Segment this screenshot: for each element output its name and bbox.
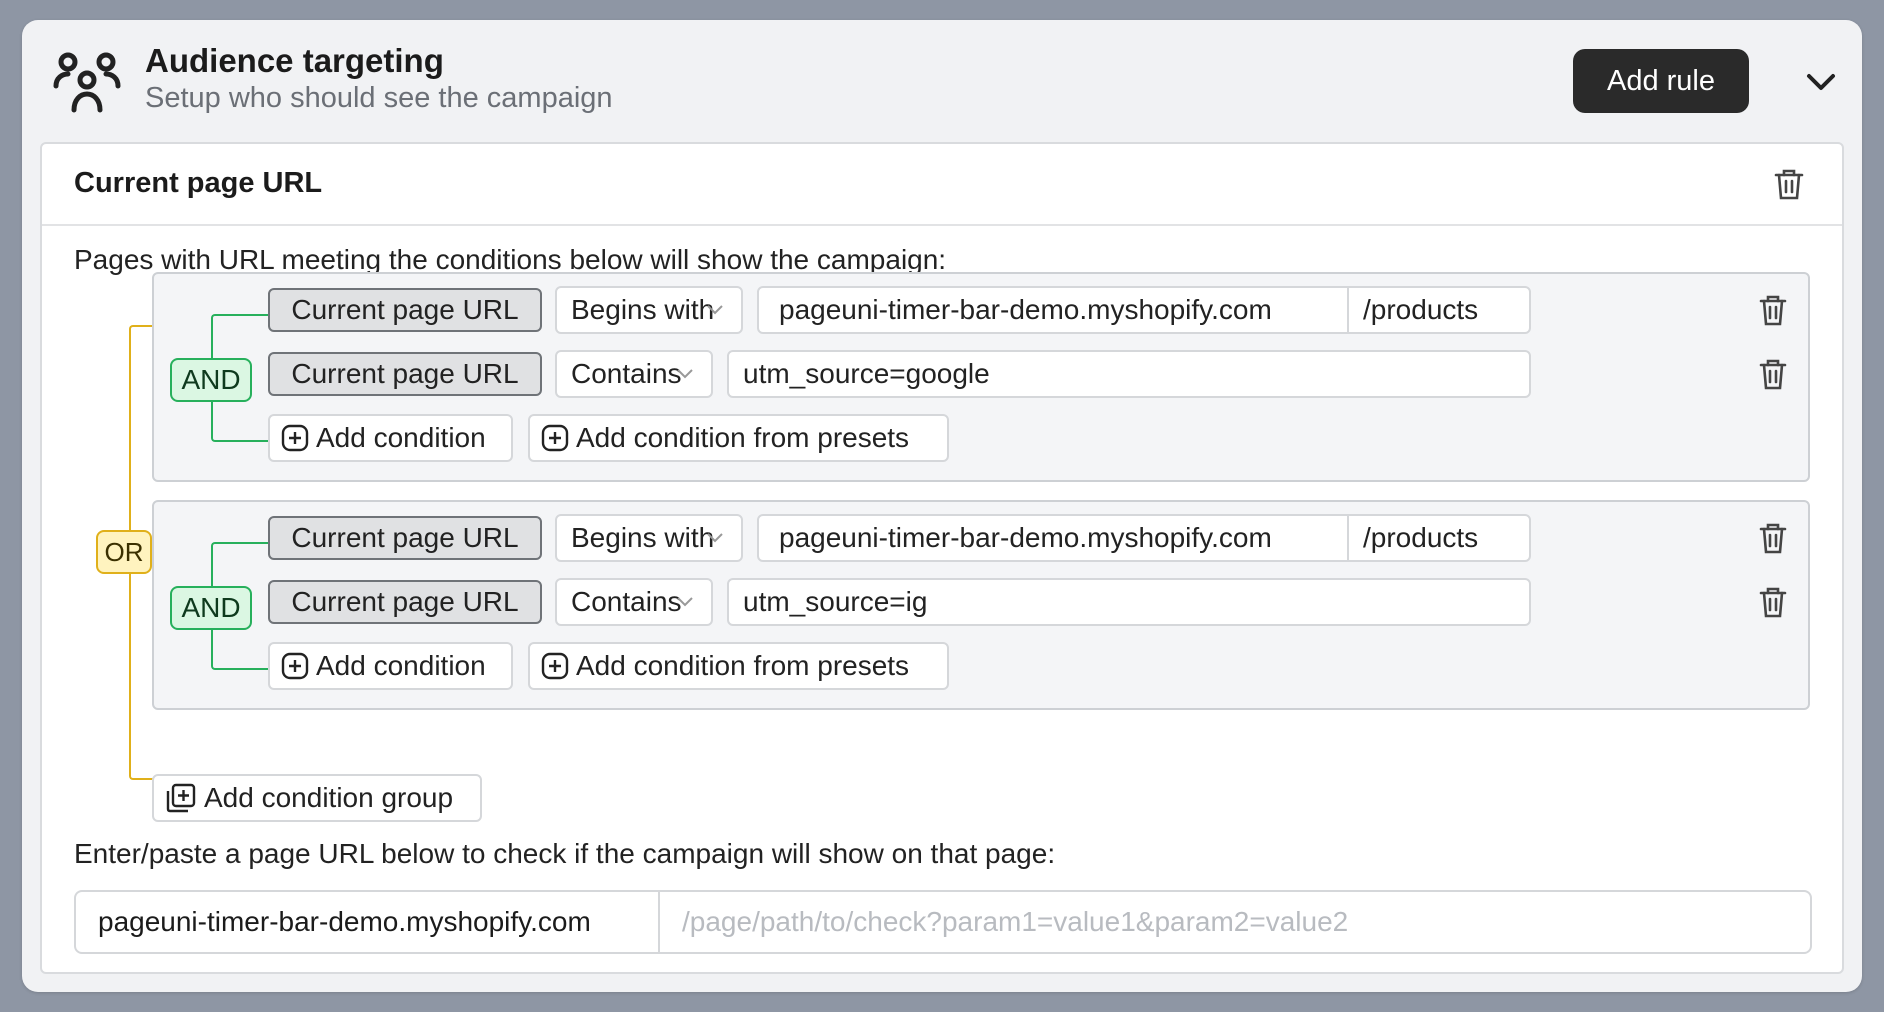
rule-panel: Current page URL Pages with URL meeting … <box>40 142 1844 974</box>
url-check-domain: pageuni-timer-bar-demo.myshopify.com <box>76 892 660 952</box>
audience-targeting-card: Audience targeting Setup who should see … <box>22 20 1862 992</box>
condition-group: AND Current page URL Begins with pageuni… <box>152 500 1810 710</box>
condition-field-chip: Current page URL <box>268 288 542 332</box>
add-condition-label: Add condition <box>316 650 486 681</box>
operator-value: Begins with <box>571 294 715 325</box>
plus-square-icon <box>541 652 569 680</box>
plus-square-icon <box>281 424 309 452</box>
chevron-down-icon <box>707 305 723 315</box>
url-domain: pageuni-timer-bar-demo.myshopify.com <box>759 288 1349 332</box>
add-condition-button[interactable]: Add condition <box>268 414 513 462</box>
condition-field-chip: Current page URL <box>268 580 542 624</box>
and-badge: AND <box>170 586 252 630</box>
url-value-field[interactable]: pageuni-timer-bar-demo.myshopify.com /pr… <box>757 286 1531 334</box>
chevron-down-icon <box>677 597 693 607</box>
add-preset-label: Add condition from presets <box>576 650 910 681</box>
condition-group: AND Current page URL Begins with pageuni… <box>152 272 1810 482</box>
chevron-down-icon <box>677 369 693 379</box>
url-path-input[interactable]: /products <box>1349 294 1478 326</box>
rule-title: Current page URL <box>74 167 323 199</box>
operator-select[interactable]: Begins with <box>555 514 743 562</box>
trash-icon[interactable] <box>1771 166 1807 202</box>
add-condition-from-presets-button[interactable]: Add condition from presets <box>528 642 949 690</box>
add-condition-label: Add condition <box>316 422 486 453</box>
condition-field-chip: Current page URL <box>268 516 542 560</box>
condition-value-input[interactable]: utm_source=ig <box>727 578 1531 626</box>
add-rule-button[interactable]: Add rule <box>1573 49 1749 113</box>
stacked-plus-icon <box>166 783 196 813</box>
url-path-input[interactable]: /products <box>1349 522 1478 554</box>
and-badge: AND <box>170 358 252 402</box>
operator-select[interactable]: Begins with <box>555 286 743 334</box>
add-condition-button[interactable]: Add condition <box>268 642 513 690</box>
trash-icon[interactable] <box>1757 585 1789 619</box>
trash-icon[interactable] <box>1757 293 1789 327</box>
add-preset-label: Add condition from presets <box>576 422 910 453</box>
add-group-label: Add condition group <box>204 782 454 813</box>
plus-square-icon <box>281 652 309 680</box>
audience-icon <box>53 52 121 113</box>
url-check-label: Enter/paste a page URL below to check if… <box>74 838 1056 869</box>
operator-value: Contains <box>571 586 682 617</box>
card-title: Audience targeting <box>145 42 444 79</box>
url-domain: pageuni-timer-bar-demo.myshopify.com <box>759 516 1349 560</box>
url-check-input[interactable] <box>660 892 1810 952</box>
add-condition-from-presets-button[interactable]: Add condition from presets <box>528 414 949 462</box>
condition-field-chip: Current page URL <box>268 352 542 396</box>
card-subtitle: Setup who should see the campaign <box>145 82 613 114</box>
operator-select[interactable]: Contains <box>555 578 713 626</box>
url-check-field: pageuni-timer-bar-demo.myshopify.com <box>74 890 1812 954</box>
trash-icon[interactable] <box>1757 521 1789 555</box>
or-badge: OR <box>96 530 152 574</box>
plus-square-icon <box>541 424 569 452</box>
rule-header: Current page URL <box>42 144 1842 226</box>
add-condition-group-button[interactable]: Add condition group <box>152 774 482 822</box>
operator-value: Begins with <box>571 522 715 553</box>
chevron-down-icon <box>707 533 723 543</box>
operator-value: Contains <box>571 358 682 389</box>
url-value-field[interactable]: pageuni-timer-bar-demo.myshopify.com /pr… <box>757 514 1531 562</box>
trash-icon[interactable] <box>1757 357 1789 391</box>
operator-select[interactable]: Contains <box>555 350 713 398</box>
chevron-down-icon[interactable] <box>1796 64 1846 100</box>
condition-value-input[interactable]: utm_source=google <box>727 350 1531 398</box>
